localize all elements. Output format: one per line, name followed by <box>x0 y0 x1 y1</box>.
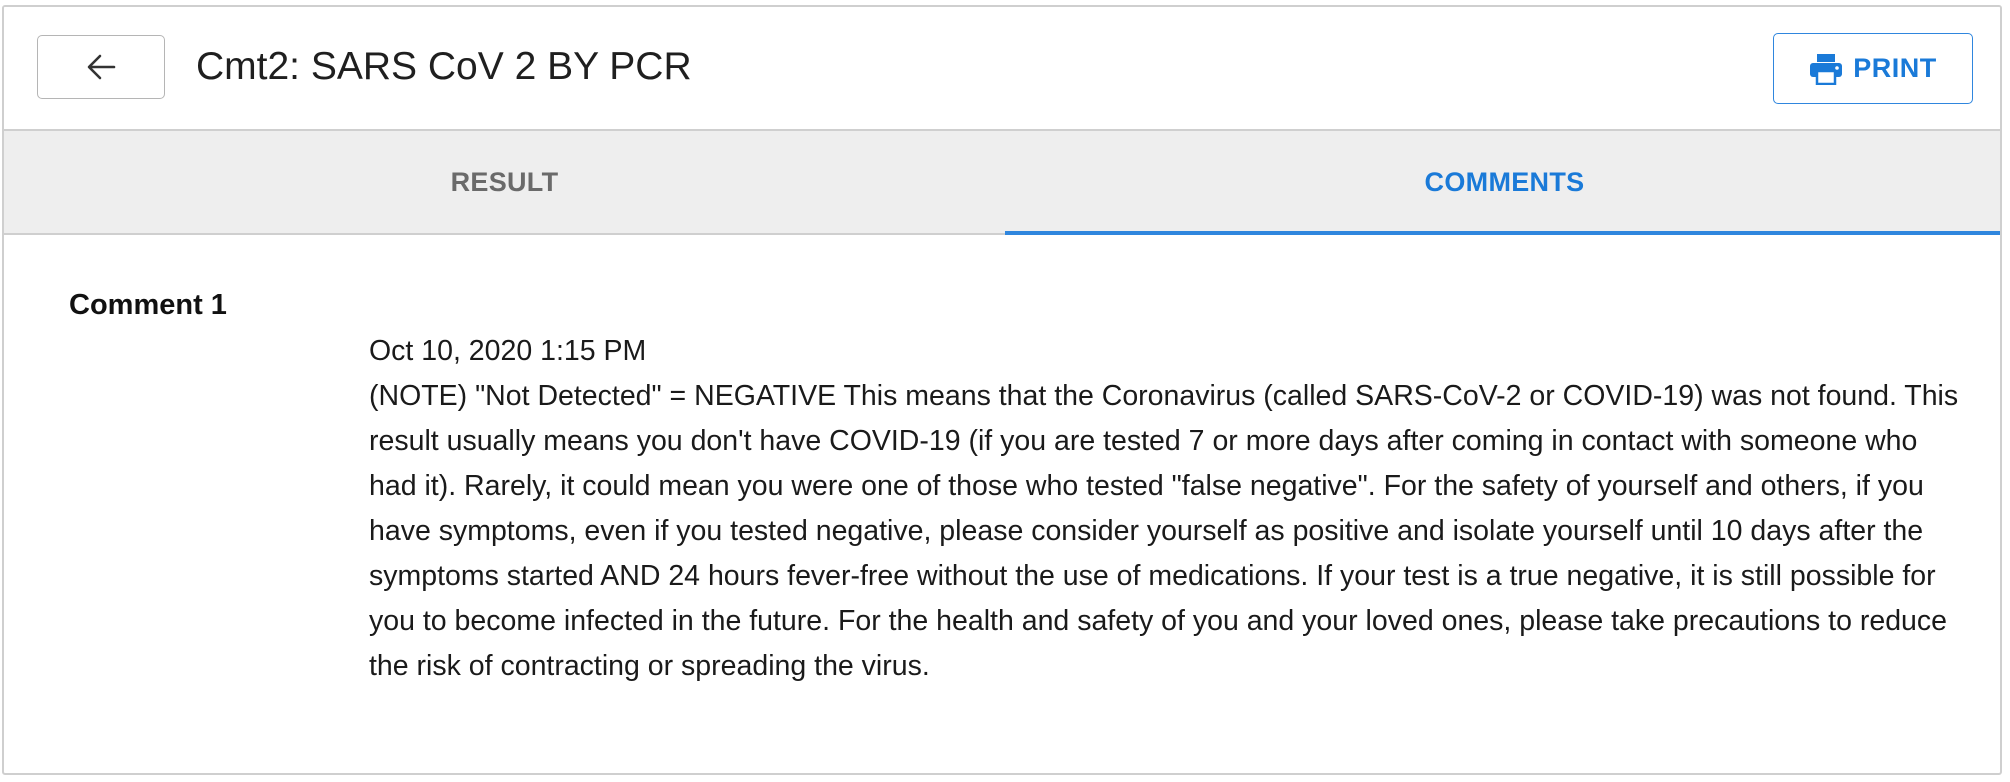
tab-comments-label: COMMENTS <box>1424 166 1585 197</box>
comment-body: Oct 10, 2020 1:15 PM (NOTE) "Not Detecte… <box>369 329 1959 689</box>
tab-comments[interactable]: COMMENTS <box>1005 131 2000 235</box>
printer-icon <box>1809 53 1843 85</box>
comment-timestamp: Oct 10, 2020 1:15 PM <box>369 335 647 367</box>
print-button[interactable]: PRINT <box>1773 33 1973 104</box>
comments-content: Comment 1 Oct 10, 2020 1:15 PM (NOTE) "N… <box>4 235 2000 773</box>
comment-panel: Cmt2: SARS CoV 2 BY PCR PRINT RESULT COM… <box>2 5 2002 775</box>
tab-bar: RESULT COMMENTS <box>4 131 2000 235</box>
arrow-left-icon <box>86 53 116 81</box>
back-button[interactable] <box>37 35 165 99</box>
comment-heading: Comment 1 <box>69 289 227 321</box>
header-bar: Cmt2: SARS CoV 2 BY PCR PRINT <box>4 7 2000 131</box>
tab-result[interactable]: RESULT <box>4 131 1005 233</box>
tab-result-label: RESULT <box>450 166 559 197</box>
comment-text: (NOTE) "Not Detected" = NEGATIVE This me… <box>369 380 1959 682</box>
print-label: PRINT <box>1853 53 1937 83</box>
page-title: Cmt2: SARS CoV 2 BY PCR <box>196 45 692 88</box>
